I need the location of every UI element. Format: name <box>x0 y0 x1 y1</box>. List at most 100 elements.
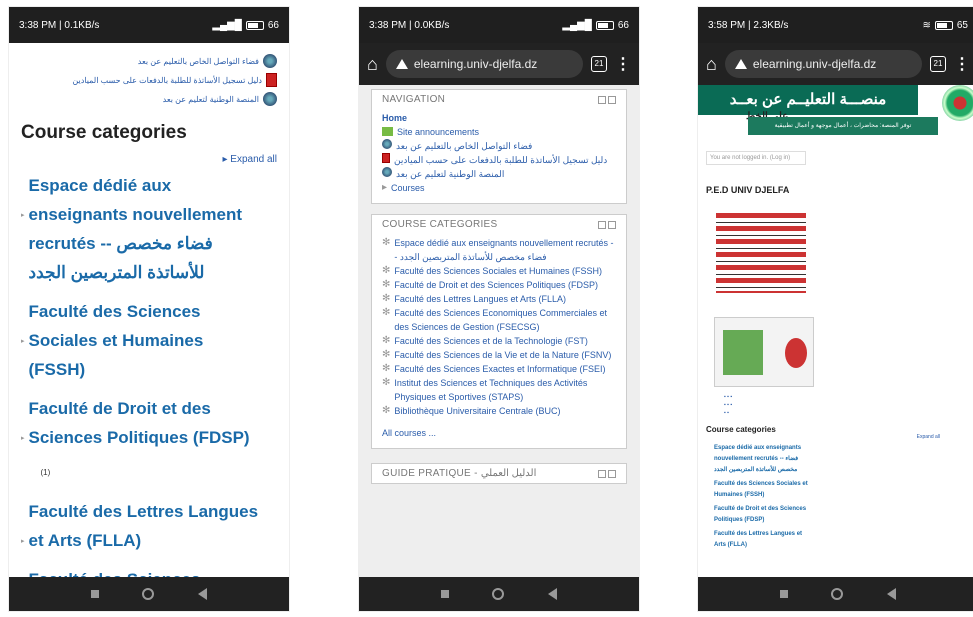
category-item[interactable]: ✻ Espace dédié aux enseignants nouvelleme… <box>382 236 616 264</box>
status-bar: 3:38 PM | 0.0KB/s ▂▄▆█ 66 <box>359 7 639 43</box>
expand-all-link[interactable]: ▸ Expand all <box>21 154 277 165</box>
page-content: فضاء التواصل الخاص بالتعليم عن بعد دليل … <box>9 43 289 579</box>
tabs-button[interactable]: 21 <box>930 56 946 72</box>
block-title: NAVIGATION <box>382 94 446 105</box>
expand-arrow-icon[interactable]: ▸ <box>21 537 25 555</box>
home-button[interactable] <box>831 588 844 600</box>
category-link[interactable]: Faculté des Lettres Langues et Arts (FLL… <box>714 529 814 551</box>
category-icon: ✻ <box>382 279 391 290</box>
link-registration-guide[interactable]: دليل تسجيل الأساتذة للطلبة بالدفعات على … <box>21 73 277 87</box>
nav-home-link[interactable]: Home <box>382 111 616 125</box>
section-title: P.E.D UNIV DJELFA <box>706 185 790 195</box>
pdf-icon <box>266 73 277 87</box>
battery-icon <box>245 20 264 30</box>
category-link[interactable]: Faculté des Lettres Langues et Arts (FLLA… <box>29 497 259 555</box>
small-links[interactable]: ▪ ▪ ▪ ▪ ▪ ▪ ▪ ▪ <box>724 393 970 417</box>
back-button[interactable] <box>887 588 897 600</box>
recents-button[interactable] <box>779 590 788 598</box>
category-icon: ✻ <box>382 335 391 346</box>
nav-item[interactable]: المنصة الوطنية لتعليم عن بعد <box>382 167 616 181</box>
page-content: منصـــة التعليــم عن بعــد على الخط توفر… <box>698 85 973 611</box>
category-link[interactable]: Espace dédié aux enseignants nouvellemen… <box>714 443 814 476</box>
android-nav-bar <box>9 577 289 611</box>
category-item[interactable]: ✻ Faculté des Sciences et de la Technolog… <box>382 334 616 348</box>
category-link[interactable]: Espace dédié aux enseignants nouvellement… <box>29 171 243 287</box>
recents-button[interactable] <box>440 590 449 598</box>
home-icon[interactable]: ⌂ <box>706 54 717 75</box>
url-bar[interactable]: elearning.univ-djelfa.dz <box>385 50 583 78</box>
category-item[interactable]: ✻ Faculté des Sciences Economiques Commer… <box>382 306 616 334</box>
banner-subtitle: توفر المنصة: محاضرات ، أعمال موجهة و أعم… <box>748 117 938 135</box>
link-label: فضاء التواصل الخاص بالتعليم عن بعد <box>137 56 259 66</box>
category-label: Espace dédié aux enseignants nouvellemen… <box>394 238 614 262</box>
category-line: et Arts (FLLA) <box>28 531 142 550</box>
nav-label: المنصة الوطنية لتعليم عن بعد <box>396 169 505 179</box>
expand-arrow-icon[interactable]: ▸ <box>21 211 25 287</box>
category-label: Faculté des Sciences Exactes et Informat… <box>394 364 606 374</box>
nav-item[interactable]: فضاء التواصل الخاص بالتعليم عن بعد <box>382 139 616 153</box>
category-link[interactable]: Faculté des Sciences Sociales et Humaines… <box>29 297 204 384</box>
nav-item[interactable]: دليل تسجيل الأساتذة للطلبة بالدفعات على … <box>382 153 616 167</box>
category-item[interactable]: ✻ Institut des Sciences et Techniques des… <box>382 376 616 404</box>
category-line: Espace dédié aux <box>28 176 172 195</box>
category-line: Sciences Politiques (FDSP) <box>28 428 250 447</box>
tabs-button[interactable]: 21 <box>591 56 607 72</box>
back-button[interactable] <box>198 588 208 600</box>
login-info[interactable]: You are not logged in. (Log in) <box>706 151 806 165</box>
status-bar: 3:58 PM | 2.3KB/s ≋ 65 <box>698 7 973 43</box>
globe-icon <box>263 54 277 68</box>
category-item[interactable]: ✻ Faculté des Sciences Sociales et Humain… <box>382 264 616 278</box>
wifi-icon: ≋ <box>922 19 931 31</box>
block-controls[interactable] <box>598 469 616 478</box>
category-item[interactable]: ✻ Faculté des Lettres Langues et Arts (FL… <box>382 292 616 306</box>
home-icon[interactable]: ⌂ <box>367 54 378 75</box>
category-item[interactable]: ✻ Faculté des Sciences de la Vie et de la… <box>382 348 616 362</box>
nav-item[interactable]: Site announcements <box>382 125 616 139</box>
category-link[interactable]: Faculté des Sciences Sociales et Humaine… <box>714 479 814 501</box>
category-icon: ✻ <box>382 377 391 388</box>
url-bar[interactable]: elearning.univ-djelfa.dz <box>724 50 922 78</box>
category-item[interactable]: ▸ Faculté des Lettres Langues et Arts (FLL… <box>21 497 277 555</box>
category-line: للأساتذة المتربصين الجدد <box>28 263 205 282</box>
category-item[interactable]: ✻ Faculté de Droit et des Sciences Politi… <box>382 278 616 292</box>
category-link[interactable]: Faculté de Droit et des Sciences Politiqu… <box>29 394 250 487</box>
battery-icon <box>934 20 953 30</box>
phone-screenshot-3: 3:58 PM | 2.3KB/s ≋ 65 ⌂ elearning.univ-d… <box>697 6 973 612</box>
block-controls[interactable] <box>598 95 616 104</box>
category-link[interactable]: Faculté de Droit et des Sciences Politiq… <box>714 504 814 526</box>
menu-icon[interactable]: ⋮ <box>615 54 631 74</box>
home-button[interactable] <box>142 588 155 600</box>
back-button[interactable] <box>548 588 558 600</box>
expand-all-link[interactable]: Expand all <box>706 434 940 440</box>
category-label: Faculté de Droit et des Sciences Politiq… <box>394 280 598 290</box>
page-content: NAVIGATION Home Site announcements فضاء ا… <box>359 85 639 611</box>
category-item[interactable]: ▸ Espace dédié aux enseignants nouvellemen… <box>21 171 277 287</box>
home-button[interactable] <box>492 588 505 600</box>
url-text: elearning.univ-djelfa.dz <box>752 57 877 71</box>
course-categories-block: COURSE CATEGORIES ✻ Espace dédié aux ense… <box>371 214 627 449</box>
warning-icon <box>395 59 408 69</box>
expand-arrow-icon[interactable]: ▸ <box>21 434 25 487</box>
category-item[interactable]: ▸ Faculté des Sciences Sociales et Humaine… <box>21 297 277 384</box>
category-item[interactable]: ✻ Faculté des Sciences Exactes et Informa… <box>382 362 616 376</box>
link-communication-space[interactable]: فضاء التواصل الخاص بالتعليم عن بعد <box>21 54 277 68</box>
all-courses-link[interactable]: All courses ... <box>382 428 436 438</box>
category-item[interactable]: ✻ Bibliothèque Universitaire Centrale (BU… <box>382 404 616 418</box>
student-card-image[interactable] <box>714 317 814 387</box>
navigation-block: NAVIGATION Home Site announcements فضاء ا… <box>371 89 627 204</box>
browser-toolbar: ⌂ elearning.univ-djelfa.dz 21 ⋮ <box>698 43 973 85</box>
navigation-list: Home Site announcements فضاء التواصل الخا… <box>372 109 626 203</box>
link-national-platform[interactable]: المنصة الوطنية لتعليم عن بعد <box>21 92 277 106</box>
menu-icon[interactable]: ⋮ <box>954 54 970 74</box>
expand-arrow-icon[interactable]: ▸ <box>21 337 25 384</box>
announcement-image[interactable] <box>716 213 806 293</box>
university-logo <box>942 85 973 121</box>
status-bar: 3:38 PM | 0.1KB/s ▂▄▆█ 66 <box>9 7 289 43</box>
category-item[interactable]: ▸ Faculté de Droit et des Sciences Politiq… <box>21 394 277 487</box>
block-controls[interactable] <box>598 220 616 229</box>
battery-level: 65 <box>956 19 968 31</box>
recents-button[interactable] <box>90 590 99 598</box>
battery-level: 66 <box>267 19 279 31</box>
nav-item[interactable]: ▸ Courses <box>382 181 616 195</box>
course-categories-heading: Course categories <box>706 425 776 434</box>
